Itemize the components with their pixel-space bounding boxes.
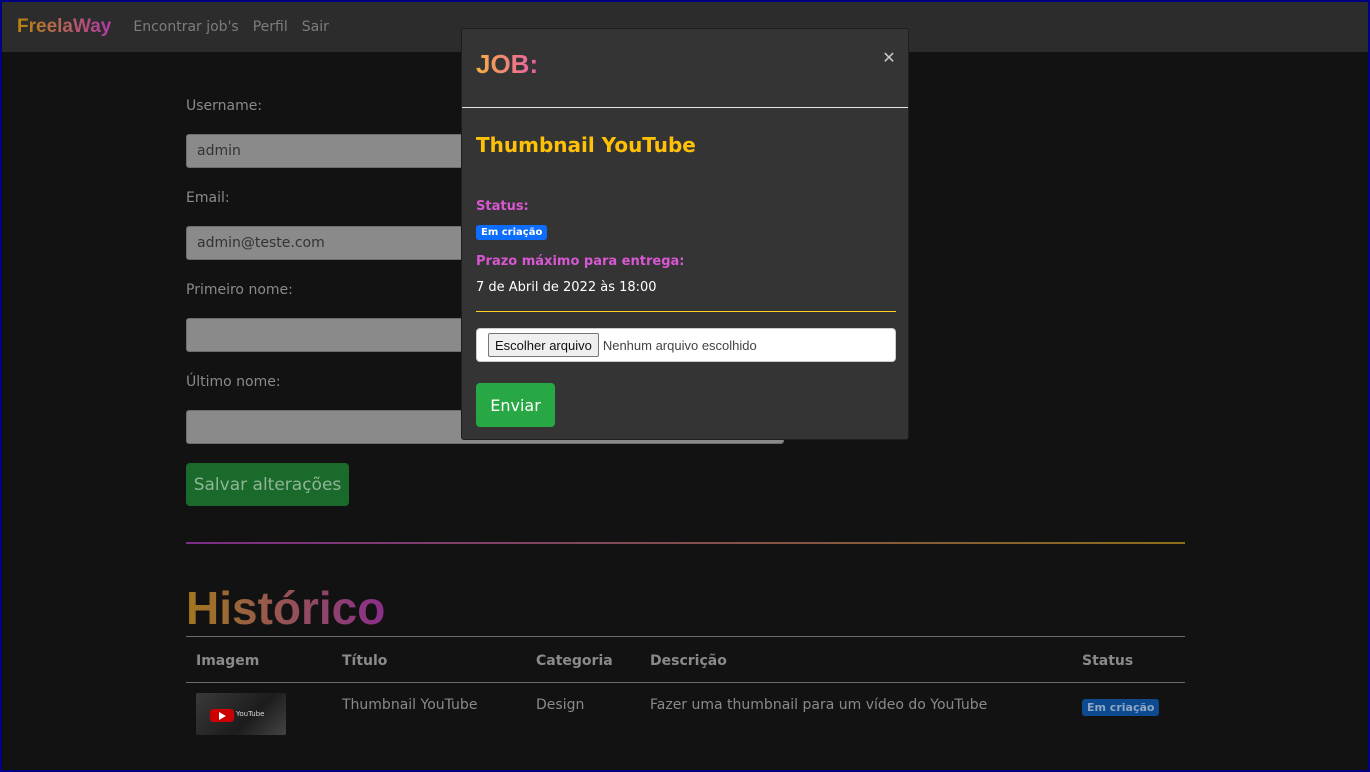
file-status-text: Nenhum arquivo escolhido [602, 337, 757, 353]
youtube-thumbnail-image: YouTube [196, 693, 286, 735]
app-window: FreelaWay Encontrar job's Perfil Sair Us… [2, 2, 1368, 770]
column-header-description: Descrição [650, 653, 727, 669]
section-divider [186, 542, 1185, 544]
row-description: Fazer uma thumbnail para um vídeo do You… [650, 697, 988, 713]
column-header-title: Título [342, 653, 388, 669]
history-title: Histórico [186, 582, 386, 634]
history-table: Imagem Título Categoria Descrição Status… [186, 636, 1185, 743]
status-badge: Em criação [476, 225, 548, 240]
column-header-status: Status [1082, 653, 1134, 669]
modal-title: JOB: [476, 49, 539, 79]
nav-link-find-jobs[interactable]: Encontrar job's [133, 19, 238, 35]
table-header: Imagem Título Categoria Descrição Status [186, 637, 1185, 682]
deadline-label: Prazo máximo para entrega: [476, 254, 685, 269]
job-modal: JOB: ✕ Thumbnail YouTube Status: Em cria… [461, 28, 909, 440]
row-title: Thumbnail YouTube [342, 697, 478, 713]
thumbnail-caption: YouTube [236, 710, 265, 718]
column-header-category: Categoria [536, 653, 613, 669]
column-header-image: Imagem [196, 653, 260, 669]
save-changes-button[interactable]: Salvar alterações [186, 463, 349, 506]
table-row[interactable]: YouTube Thumbnail YouTube Design Fazer u… [186, 683, 1185, 743]
deadline-value: 7 de Abril de 2022 às 18:00 [476, 280, 657, 295]
nav-link-profile[interactable]: Perfil [253, 19, 288, 35]
submit-button[interactable]: Enviar [476, 383, 555, 427]
row-status-badge: Em criação [1082, 699, 1160, 716]
nav-link-logout[interactable]: Sair [302, 19, 329, 35]
row-category: Design [536, 697, 585, 713]
file-input[interactable]: Escolher arquivo Nenhum arquivo escolhid… [476, 328, 896, 362]
brand-logo[interactable]: FreelaWay [17, 16, 111, 38]
modal-body-divider [476, 311, 896, 312]
youtube-logo-icon [210, 709, 234, 722]
choose-file-button[interactable]: Escolher arquivo [488, 333, 599, 357]
job-title: Thumbnail YouTube [476, 133, 696, 157]
modal-header-divider [462, 107, 908, 108]
status-label: Status: [476, 199, 529, 214]
close-icon[interactable]: ✕ [880, 49, 898, 67]
